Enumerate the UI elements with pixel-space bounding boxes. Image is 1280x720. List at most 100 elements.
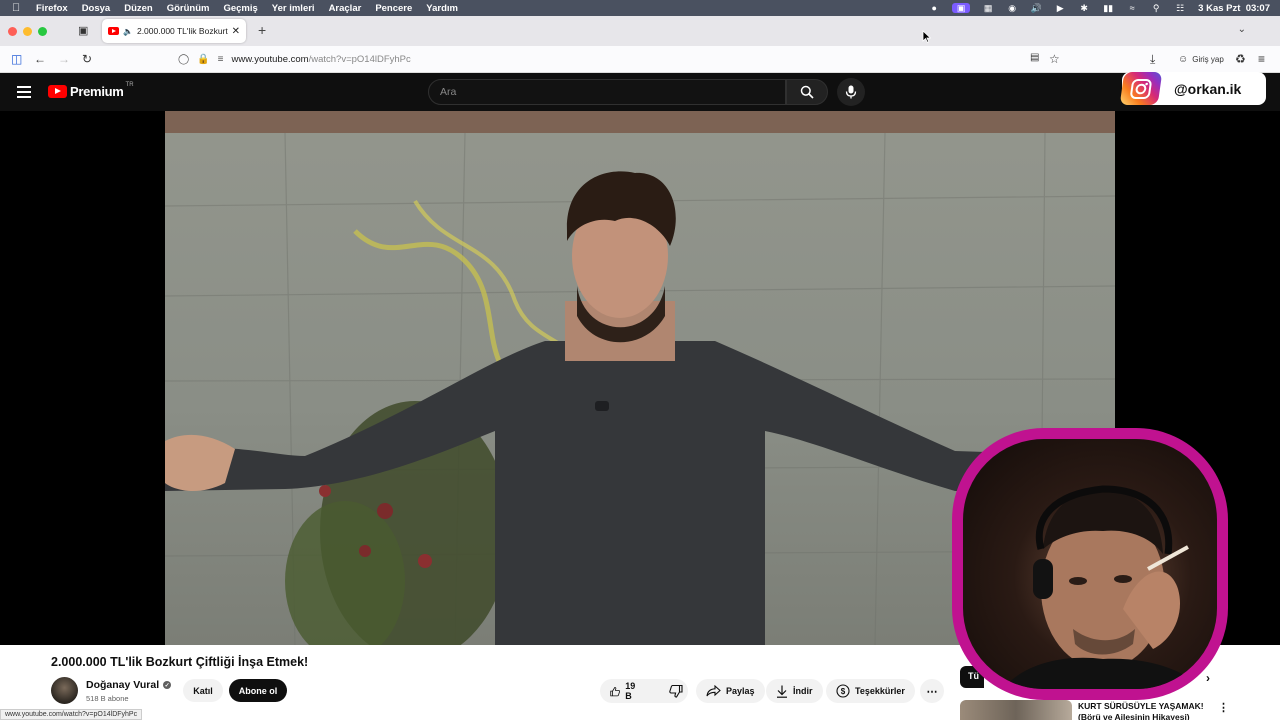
- downloads-icon[interactable]: ⤓: [1150, 52, 1155, 67]
- thanks-label: Teşekkürler: [855, 686, 905, 696]
- creative-cloud-icon[interactable]: ◉: [1006, 3, 1018, 13]
- like-dislike-group: 19 B: [600, 679, 688, 703]
- search-button[interactable]: [786, 79, 828, 105]
- menu-app-firefox[interactable]: Firefox: [36, 3, 68, 14]
- logo-country-code: TR: [125, 81, 134, 88]
- menubar-clock[interactable]: 3 Kas Pzt 03:07: [1198, 3, 1270, 14]
- verified-check-icon: ✓: [163, 681, 172, 689]
- screen-record-icon[interactable]: ▣: [952, 3, 971, 13]
- share-arrow-icon: [706, 685, 721, 697]
- window-controls: [8, 27, 47, 36]
- tab-audio-icon[interactable]: 🔈: [123, 27, 133, 36]
- account-signin-button[interactable]: ☺ Giriş yap: [1172, 51, 1230, 68]
- instagram-icon: [1119, 72, 1163, 105]
- menu-gorunum[interactable]: Görünüm: [167, 3, 210, 14]
- bluetooth-icon[interactable]: ✱: [1078, 3, 1090, 13]
- back-button-icon[interactable]: ←: [34, 52, 46, 66]
- menu-dosya[interactable]: Dosya: [82, 3, 111, 14]
- reload-button-icon[interactable]: ↻: [82, 52, 92, 66]
- thumbs-up-icon: [610, 686, 620, 696]
- youtube-header: Premium TR: [0, 73, 1280, 111]
- new-tab-button[interactable]: +: [258, 22, 266, 38]
- dislike-button[interactable]: [659, 679, 693, 703]
- recommended-video-title[interactable]: KURT SÜRÜSÜYLE YAŞAMAK! (Börü ve Ailesin…: [1078, 701, 1208, 720]
- svg-text:$: $: [841, 687, 846, 696]
- chip-scroll-right-icon[interactable]: ›: [1206, 671, 1210, 685]
- screen:  Firefox Dosya Düzen Görünüm Geçmiş Yer…: [0, 0, 1280, 720]
- url-path: /watch?v=pO14lDFyhPc: [308, 54, 411, 65]
- volume-icon[interactable]: 🔊: [1030, 3, 1042, 13]
- apple-menu-icon[interactable]: : [12, 2, 26, 14]
- url-host: www.youtube.com: [231, 54, 309, 65]
- menubar-status-area: ● ▣ ▦ ◉ 🔊 ▶ ✱ ▮▮ ≈ ⚲ ☷ 3 Kas Pzt 03:07: [928, 0, 1270, 16]
- reader-view-icon[interactable]: ▤: [1030, 52, 1039, 63]
- download-icon: [777, 685, 787, 698]
- rec-title-line2: (Börü ve Ailesinin Hikayesi): [1078, 712, 1190, 720]
- forward-button-icon[interactable]: →: [58, 52, 70, 66]
- firefox-tab-strip: ▣ 🔈 2.000.000 TL'lik Bozkurt Çi ✕ + ⌄: [0, 16, 1280, 46]
- extensions-icon[interactable]: ♻: [1235, 52, 1246, 66]
- url-bar[interactable]: ◯ 🔒 ≡ www.youtube.com/watch?v=pO14lDFyhP…: [178, 49, 1068, 70]
- spotlight-search-icon[interactable]: ⚲: [1150, 3, 1162, 13]
- webcam-overlay: [952, 428, 1228, 700]
- fullscreen-window-button[interactable]: [38, 27, 47, 36]
- youtube-play-logo-icon: [48, 85, 67, 98]
- search-input[interactable]: [429, 80, 785, 104]
- voice-search-button[interactable]: [837, 78, 865, 106]
- menu-yardim[interactable]: Yardım: [426, 3, 458, 14]
- share-button[interactable]: Paylaş: [696, 679, 765, 703]
- like-button[interactable]: 19 B: [600, 679, 649, 703]
- control-center-icon[interactable]: ☷: [1174, 3, 1186, 13]
- menu-gecmis[interactable]: Geçmiş: [223, 3, 257, 14]
- channel-avatar[interactable]: [51, 677, 78, 704]
- more-actions-button[interactable]: ⋯: [920, 679, 944, 703]
- sidebar-toggle-icon[interactable]: ◫: [11, 52, 22, 66]
- channel-name[interactable]: Doğanay Vural: [86, 679, 159, 691]
- macos-menubar:  Firefox Dosya Düzen Görünüm Geçmiş Yer…: [0, 0, 1280, 16]
- tab-overview-icon[interactable]: ▣: [78, 24, 92, 38]
- active-tab[interactable]: 🔈 2.000.000 TL'lik Bozkurt Çi ✕: [102, 19, 246, 43]
- subscribe-button[interactable]: Abone ol: [229, 679, 287, 702]
- search-box: [428, 79, 786, 105]
- rec-more-vertical-icon[interactable]: ⋮: [1218, 701, 1229, 714]
- tab-title: 2.000.000 TL'lik Bozkurt Çi: [136, 26, 229, 36]
- menu-pencere[interactable]: Pencere: [375, 3, 412, 14]
- app-menu-icon[interactable]: ≡: [1258, 52, 1265, 66]
- signin-label: Giriş yap: [1192, 55, 1224, 64]
- menu-araclar[interactable]: Araçlar: [329, 3, 362, 14]
- instagram-handle-overlay: @orkan.ik: [1119, 72, 1266, 105]
- wifi-icon[interactable]: ≈: [1126, 3, 1138, 13]
- channel-name-row[interactable]: Doğanay Vural ✓: [86, 679, 172, 691]
- status-app-icon[interactable]: ●: [928, 3, 940, 13]
- mouse-cursor-icon: [922, 30, 931, 43]
- youtube-premium-logo[interactable]: Premium TR: [48, 81, 134, 99]
- youtube-favicon-icon: [108, 27, 119, 35]
- status-extra-icon[interactable]: ▦: [982, 3, 994, 13]
- lock-icon[interactable]: 🔒: [197, 54, 209, 65]
- menu-duzen[interactable]: Düzen: [124, 3, 153, 14]
- join-button[interactable]: Katıl: [183, 679, 223, 702]
- share-label: Paylaş: [726, 686, 755, 696]
- battery-icon[interactable]: ▮▮: [1102, 3, 1114, 13]
- subscriber-count: 518 B abone: [86, 694, 129, 703]
- bookmark-star-icon[interactable]: ☆: [1049, 52, 1060, 66]
- minimize-window-button[interactable]: [23, 27, 32, 36]
- link-status-bar: www.youtube.com/watch?v=pO14lDFyhPc: [0, 709, 143, 720]
- webcam-frame-image: [1003, 485, 1203, 689]
- menu-yer-imleri[interactable]: Yer imleri: [272, 3, 315, 14]
- firefox-nav-bar: ◫ ← → ↻ ◯ 🔒 ≡ www.youtube.com/watch?v=pO…: [0, 46, 1280, 73]
- download-button[interactable]: İndir: [766, 679, 823, 703]
- guide-menu-icon[interactable]: [17, 86, 31, 98]
- instagram-handle: @orkan.ik: [1174, 80, 1242, 97]
- close-window-button[interactable]: [8, 27, 17, 36]
- tracking-protection-shield-icon[interactable]: ◯: [178, 54, 189, 65]
- super-thanks-icon: $: [836, 684, 850, 698]
- now-playing-icon[interactable]: ▶: [1054, 3, 1066, 13]
- recommended-video-thumbnail[interactable]: [960, 700, 1072, 720]
- logo-wordmark: Premium: [70, 84, 124, 99]
- list-all-tabs-chevron-icon[interactable]: ⌄: [1238, 24, 1246, 35]
- permissions-icon[interactable]: ≡: [218, 54, 224, 65]
- tab-close-icon[interactable]: ✕: [232, 26, 240, 37]
- thanks-button[interactable]: $ Teşekkürler: [826, 679, 915, 703]
- rec-title-line1: KURT SÜRÜSÜYLE YAŞAMAK!: [1078, 701, 1204, 711]
